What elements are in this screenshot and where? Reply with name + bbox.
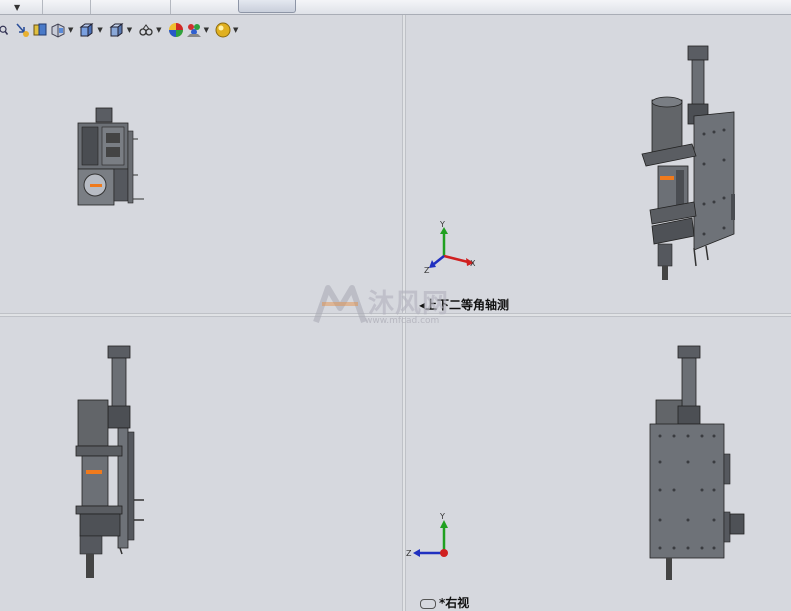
document-tab[interactable] [238, 0, 296, 13]
hide-show-icon[interactable] [138, 22, 154, 38]
section-view-icon[interactable] [50, 22, 66, 38]
watermark-url: www.mfcad.com [365, 316, 440, 326]
triad-z-label: Z [406, 549, 412, 558]
dropdown-arrow-icon[interactable]: ▼ [233, 26, 238, 34]
dropdown-arrow-icon[interactable]: ▼ [204, 26, 209, 34]
edit-appearance-icon[interactable] [168, 22, 184, 38]
dropdown-arrow-icon[interactable]: ▼ [68, 26, 73, 34]
view-orientation-icon[interactable] [79, 22, 95, 38]
display-style-icon[interactable] [109, 22, 125, 38]
dropdown-arrow-icon[interactable]: ▼ [156, 26, 161, 34]
triad-x-label: X [470, 259, 476, 268]
triad-z-label: Z [424, 266, 430, 275]
viewport-top-left[interactable] [0, 15, 402, 313]
triad-y-label: Y [439, 220, 445, 229]
view-label-right-text: *右视 [439, 596, 470, 610]
watermark-logo-icon [313, 285, 367, 323]
coordinate-triad-iso: Y X Z [424, 220, 476, 275]
watermark-text: 沐风网 [368, 289, 450, 319]
dropdown-arrow-icon[interactable]: ▼ [97, 26, 102, 34]
heads-up-view-toolbar: ▼ ▼ ▼ ▼ ▼ ▼ [0, 20, 242, 40]
separator [170, 0, 171, 14]
dropdown-arrow-icon[interactable]: ▼ [127, 26, 132, 34]
triad-y-label: Y [439, 512, 445, 521]
dropdown-arrow-icon[interactable]: ▼ [14, 3, 20, 12]
coordinate-triad-right: Y Z [406, 512, 448, 558]
view-label-right: *右视 [420, 594, 469, 611]
apply-scene-icon[interactable] [186, 22, 202, 38]
zoom-icon[interactable] [0, 22, 12, 38]
viewport-bottom-left[interactable] [0, 317, 402, 611]
view-settings-icon[interactable] [215, 22, 231, 38]
link-icon [420, 598, 436, 609]
separator [90, 0, 91, 14]
zoom-to-area-icon[interactable] [14, 22, 30, 38]
title-bar: ▼ [0, 0, 791, 15]
separator [42, 0, 43, 14]
previous-view-icon[interactable] [32, 22, 48, 38]
